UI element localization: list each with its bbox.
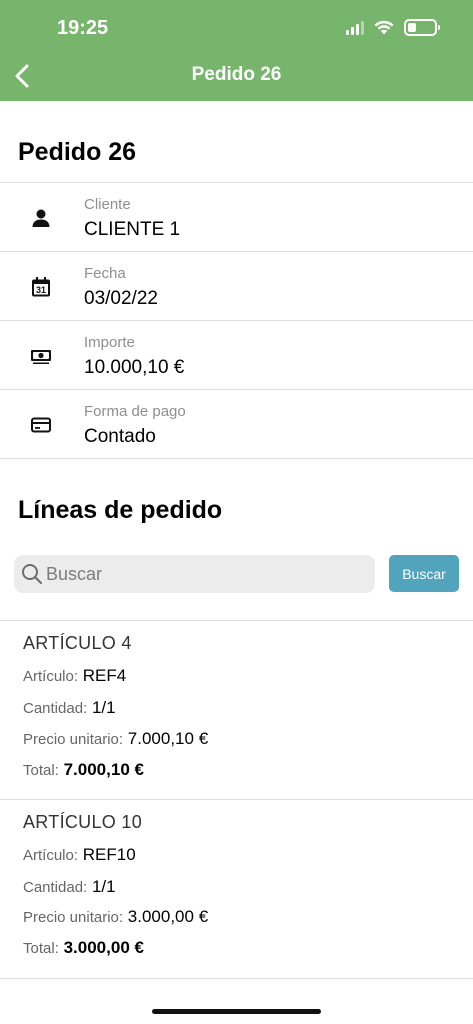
item-quantity-value: 1/1 xyxy=(91,698,116,717)
section-title: Líneas de pedido xyxy=(18,496,223,524)
item-quantity-value: 1/1 xyxy=(91,877,116,896)
item-article-label: Artículo: xyxy=(23,847,79,864)
search-box xyxy=(14,555,375,593)
info-row-cliente: Cliente CLIENTE 1 xyxy=(0,183,473,251)
person-icon xyxy=(32,209,50,227)
calendar-day: 31 xyxy=(36,285,46,295)
divider xyxy=(0,978,473,979)
search-icon xyxy=(22,564,43,585)
item-quantity: Cantidad: 1/1 xyxy=(23,698,116,718)
wifi-icon xyxy=(374,20,394,35)
info-label: Forma de pago xyxy=(84,403,186,420)
info-label: Importe xyxy=(84,334,135,351)
divider xyxy=(0,458,473,459)
item-article-label: Artículo: xyxy=(23,668,79,685)
page-title: Pedido 26 xyxy=(18,138,137,166)
item-total-value: 3.000,00 € xyxy=(63,938,144,957)
info-value: Contado xyxy=(84,426,156,447)
money-icon xyxy=(31,350,51,364)
item-total-value: 7.000,10 € xyxy=(63,760,144,779)
info-label: Cliente xyxy=(84,196,131,213)
info-value: CLIENTE 1 xyxy=(84,219,181,240)
item-article-value: REF4 xyxy=(82,666,127,685)
item-total-label: Total: xyxy=(23,940,59,957)
home-indicator[interactable] xyxy=(152,1009,321,1014)
info-row-forma-de-pago: Forma de pago Contado xyxy=(0,390,473,458)
status-icons xyxy=(346,19,440,36)
item-article-value: REF10 xyxy=(82,845,136,864)
item-quantity: Cantidad: 1/1 xyxy=(23,877,116,897)
cellular-signal-icon xyxy=(346,20,364,35)
item-name: ARTÍCULO 4 xyxy=(23,633,132,653)
info-row-fecha: 31 Fecha 03/02/22 xyxy=(0,252,473,320)
search-input[interactable] xyxy=(46,555,366,593)
item-article: Artículo: REF10 xyxy=(23,845,136,865)
item-total-label: Total: xyxy=(23,762,59,779)
search-button[interactable]: Buscar xyxy=(389,555,459,592)
item-quantity-label: Cantidad: xyxy=(23,700,88,717)
item-article: Artículo: REF4 xyxy=(23,666,126,686)
battery-icon xyxy=(404,19,440,36)
info-value: 03/02/22 xyxy=(84,288,158,309)
list-item[interactable]: ARTÍCULO 10 Artículo: REF10 Cantidad: 1/… xyxy=(0,800,473,978)
item-total: Total: 3.000,00 € xyxy=(23,938,144,958)
item-quantity-label: Cantidad: xyxy=(23,879,88,896)
status-time: 19:25 xyxy=(57,17,109,39)
nav-title: Pedido 26 xyxy=(191,64,282,85)
item-unit-price: Precio unitario: 7.000,10 € xyxy=(23,729,208,749)
item-unit-price-value: 3.000,00 € xyxy=(127,907,209,926)
info-row-importe: Importe 10.000,10 € xyxy=(0,321,473,389)
item-name: ARTÍCULO 10 xyxy=(23,812,143,832)
info-label: Fecha xyxy=(84,265,126,282)
list-item[interactable]: ARTÍCULO 4 Artículo: REF4 Cantidad: 1/1 … xyxy=(0,621,473,799)
credit-card-icon xyxy=(31,417,51,433)
navigation-bar: 19:25 Pedido 26 xyxy=(0,0,473,101)
item-unit-price-label: Precio unitario: xyxy=(23,731,124,748)
info-value: 10.000,10 € xyxy=(84,357,185,378)
item-unit-price-value: 7.000,10 € xyxy=(127,729,209,748)
item-total: Total: 7.000,10 € xyxy=(23,760,144,780)
item-unit-price: Precio unitario: 3.000,00 € xyxy=(23,907,208,927)
item-unit-price-label: Precio unitario: xyxy=(23,909,124,926)
calendar-icon: 31 xyxy=(32,277,50,297)
